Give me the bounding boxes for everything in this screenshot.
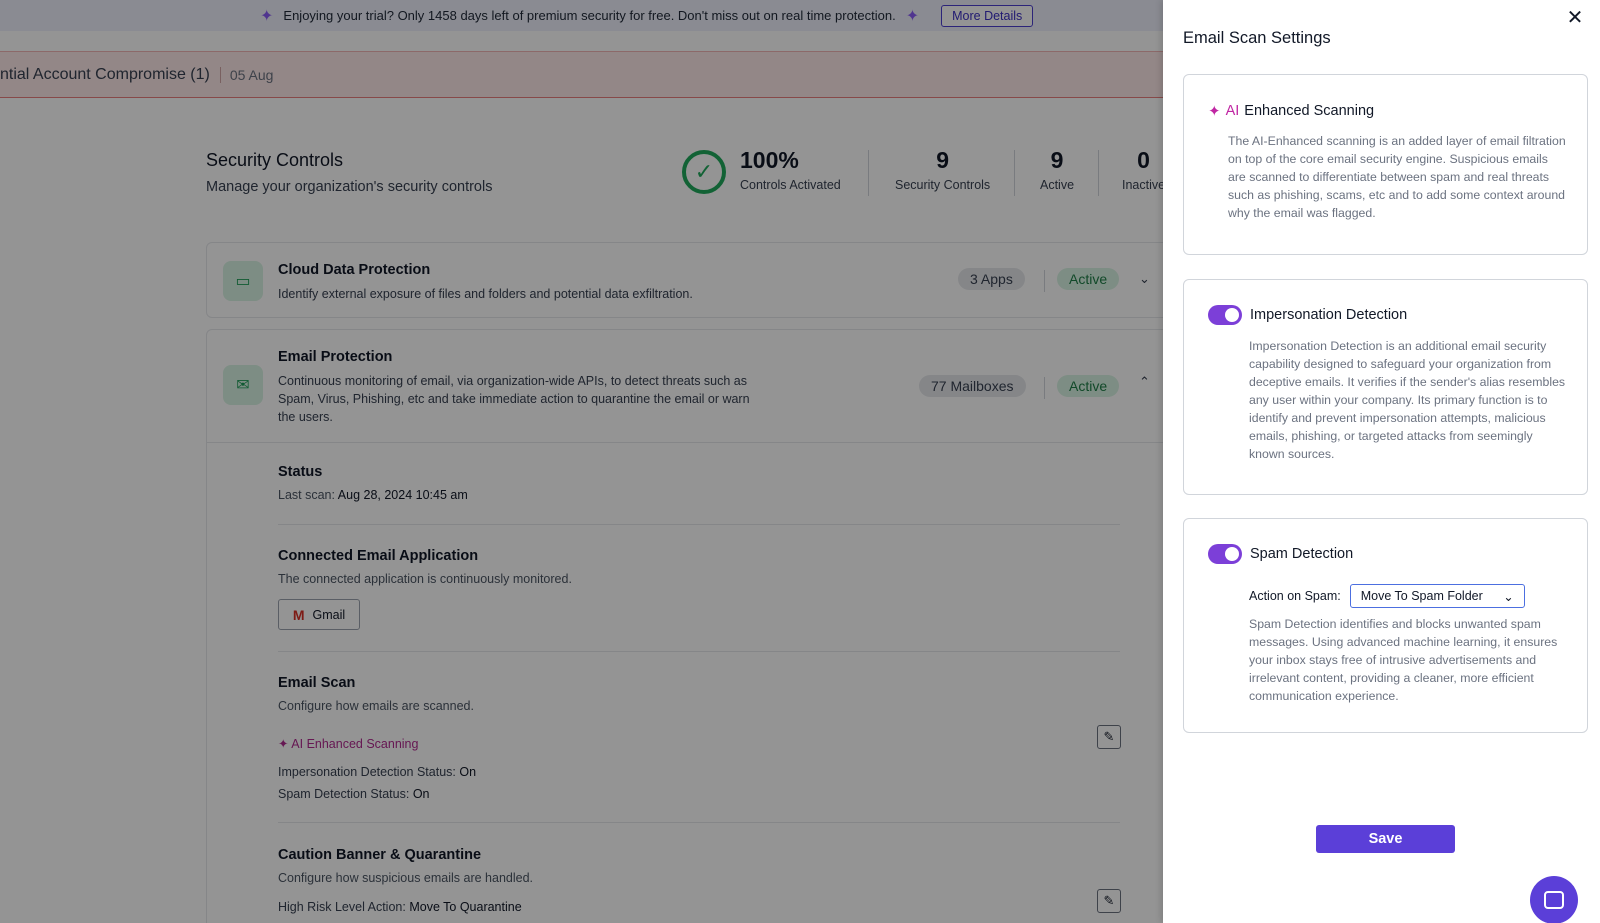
spam-panel: Spam Detection Action on Spam: Move To S…	[1183, 518, 1588, 733]
panel-description: The AI-Enhanced scanning is an added lay…	[1228, 134, 1566, 220]
spam-action-select[interactable]: Move To Spam Folder ⌄	[1349, 584, 1525, 608]
close-icon[interactable]: ✕	[1564, 6, 1586, 29]
panel-description: Impersonation Detection is an additional…	[1249, 339, 1566, 461]
panel-title: Spam Detection	[1208, 544, 1353, 564]
chat-launcher-button[interactable]	[1530, 876, 1578, 923]
spam-action-row: Action on Spam: Move To Spam Folder ⌄	[1249, 584, 1525, 608]
email-scan-settings-drawer: Email Scan Settings ✕ ✦ AI Enhanced Scan…	[1163, 0, 1600, 923]
save-button[interactable]: Save	[1316, 825, 1455, 853]
panel-description: Spam Detection identifies and blocks unw…	[1249, 617, 1558, 703]
chat-icon	[1544, 891, 1564, 909]
ai-enhanced-panel: ✦ AI Enhanced Scanning The AI-Enhanced s…	[1183, 74, 1588, 255]
action-label: Action on Spam:	[1249, 589, 1341, 603]
drawer-title: Email Scan Settings	[1183, 29, 1331, 47]
spam-toggle[interactable]	[1208, 544, 1242, 564]
sparkle-icon: ✦	[1208, 103, 1221, 120]
modal-overlay[interactable]	[0, 0, 1163, 923]
panel-title: ✦ AI Enhanced Scanning	[1208, 103, 1375, 120]
chevron-down-icon: ⌄	[1503, 589, 1514, 604]
panel-title: Impersonation Detection	[1208, 305, 1407, 325]
impersonation-panel: Impersonation Detection Impersonation De…	[1183, 279, 1588, 495]
impersonation-toggle[interactable]	[1208, 305, 1242, 325]
